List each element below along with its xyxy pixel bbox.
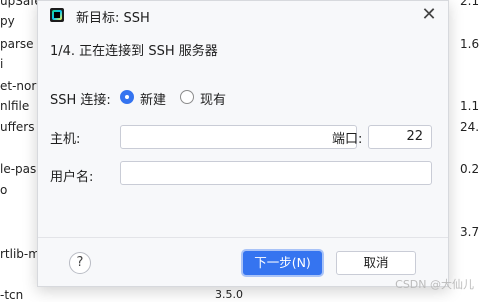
username-label: 用户名: — [50, 170, 94, 185]
background-package-names: upSafe py parse i et-nor nlfile uffers l… — [0, 0, 42, 302]
bg-item: uffers — [0, 120, 35, 134]
dialog-title: 新目标: SSH — [76, 11, 150, 26]
radio-new[interactable] — [120, 90, 134, 104]
bg-item: le-pas — [0, 162, 37, 176]
bg-item: parse — [0, 37, 34, 51]
host-input[interactable] — [120, 125, 357, 149]
bg-item: rtlib-m — [0, 247, 40, 261]
bg-item: upSafe — [0, 0, 42, 8]
bg-version: 1.1 — [460, 99, 480, 113]
bg-version: 1.6 — [460, 37, 480, 51]
port-label: 端口: — [332, 132, 363, 147]
bg-item: o — [0, 183, 8, 197]
host-label: 主机: — [50, 132, 81, 147]
bg-item: et-nor — [0, 79, 37, 93]
watermark: CSDN @大仙儿 — [395, 278, 474, 291]
close-icon[interactable]: ✕ — [416, 4, 442, 26]
bg-item: i — [0, 57, 4, 71]
radio-existing-label[interactable]: 现有 — [200, 89, 226, 108]
step-indicator: 1/4. 正在连接到 SSH 服务器 — [50, 44, 218, 59]
bg-version: 0.2 — [460, 162, 480, 176]
new-target-ssh-dialog: 新目标: SSH ✕ 1/4. 正在连接到 SSH 服务器 SSH 连接: 新建… — [37, 0, 449, 287]
dialog-titlebar[interactable]: 新目标: SSH ✕ — [38, 1, 448, 31]
bg-version: 3.7 — [460, 225, 480, 239]
radio-new-label[interactable]: 新建 — [140, 89, 166, 108]
help-icon[interactable]: ? — [69, 252, 91, 274]
port-input[interactable]: 22 — [368, 125, 432, 149]
ssh-connection-label: SSH 连接: — [50, 93, 111, 108]
bg-version: 3.5.0 — [215, 288, 243, 301]
bg-item: py — [0, 14, 15, 28]
bg-version: 2.1 — [460, 0, 480, 8]
next-button[interactable]: 下一步(N) — [243, 251, 322, 275]
pycharm-app-icon — [50, 8, 64, 22]
radio-existing[interactable] — [180, 90, 194, 104]
bg-item: nlfile — [0, 99, 30, 113]
footer-divider — [38, 237, 448, 238]
cancel-button[interactable]: 取消 — [336, 251, 416, 275]
username-input[interactable] — [120, 161, 432, 185]
bg-version: 24. — [460, 120, 480, 134]
